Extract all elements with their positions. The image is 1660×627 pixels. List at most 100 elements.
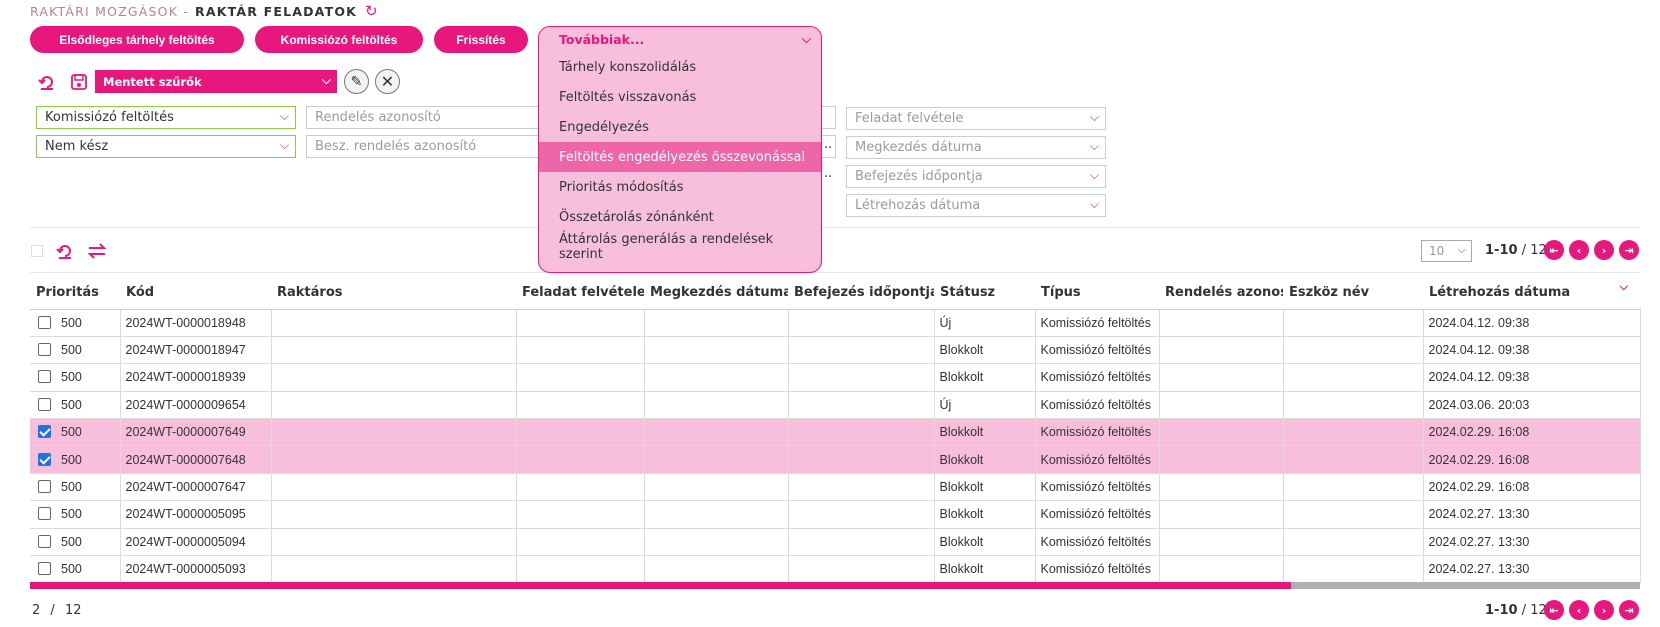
selected-count: 2 [32, 603, 41, 618]
menu-item[interactable]: Engedélyezés [539, 112, 821, 142]
cell-task-taken [515, 418, 645, 447]
undo-icon[interactable] [54, 240, 76, 262]
pencil-icon[interactable]: ✎ [344, 69, 369, 94]
more-actions-menu: Továbbiak... ⌵ Tárhely konszolidálás Felt… [538, 26, 822, 273]
first-page-icon[interactable]: ⇤ [1544, 240, 1564, 260]
cell-warehouseman [270, 445, 517, 474]
prev-page-icon[interactable]: ‹ [1569, 240, 1589, 260]
last-page-icon[interactable]: ⇥ [1619, 600, 1639, 620]
cell-task-taken [515, 555, 645, 584]
last-page-icon[interactable]: ⇥ [1619, 240, 1639, 260]
column-header-warehouseman[interactable]: Raktáros [271, 277, 516, 310]
row-checkbox[interactable] [38, 507, 51, 521]
cell-code: 2024WT-0000005095 [119, 500, 272, 529]
status-select[interactable]: Nem kész ⌵ [36, 135, 296, 158]
cell-task-taken [515, 472, 645, 502]
menu-item[interactable]: Tárhely konszolidálás [539, 52, 821, 82]
cell-end-time [787, 527, 935, 557]
created-date-select[interactable]: Létrehozás dátuma ⌵ [846, 194, 1106, 217]
menu-item[interactable]: Feltöltés engedélyezés összevonással [539, 142, 821, 172]
refresh-icon[interactable]: ↻ [365, 2, 379, 20]
table-row[interactable]: 500 2024WT-0000018948 Új Komissiózó feltölt… [30, 308, 1641, 337]
more-actions-toggle[interactable]: Továbbiak... ⌵ [539, 27, 821, 52]
column-header-end-time[interactable]: Befejezés időpontja [788, 277, 934, 310]
swap-icon[interactable] [86, 240, 108, 262]
column-header-type[interactable]: Típus [1035, 277, 1159, 310]
more-actions-label: Továbbiak... [559, 32, 645, 47]
table-row[interactable]: 500 2024WT-0000005093 Blokkolt Komissiózó f… [30, 555, 1641, 584]
row-checkbox[interactable] [38, 397, 51, 411]
start-date-select[interactable]: Megkezdés dátuma ⌵ [846, 136, 1106, 159]
table-row[interactable]: 500 2024WT-0000007647 Blokkolt Komissiózó f… [30, 472, 1641, 502]
column-header-task-taken[interactable]: Feladat felvétele [516, 277, 644, 310]
cell-task-taken [515, 500, 645, 529]
column-header-device-name[interactable]: Eszköz név [1283, 277, 1423, 310]
table-row[interactable]: 500 2024WT-0000018939 Blokkolt Komissiózó f… [30, 363, 1641, 392]
menu-item[interactable]: Összetárolás zónánként [539, 202, 821, 232]
menu-item[interactable]: Prioritás módosítás [539, 172, 821, 202]
close-icon[interactable]: ✕ [375, 69, 400, 94]
undo-icon[interactable] [36, 71, 58, 93]
column-header-priority[interactable]: Prioritás [30, 277, 120, 310]
row-checkbox[interactable] [38, 315, 51, 329]
row-checkbox[interactable] [38, 480, 51, 494]
picker-fill-button[interactable]: Komissiózó feltöltés [255, 26, 423, 53]
primary-fill-button[interactable]: Elsődleges tárhely feltöltés [30, 26, 244, 53]
cell-warehouseman [270, 500, 517, 529]
row-checkbox[interactable] [38, 425, 51, 439]
table-row[interactable]: 500 2024WT-0000007649 Blokkolt Komissiózó f… [30, 418, 1641, 447]
row-checkbox[interactable] [38, 343, 51, 357]
column-header-start-date[interactable]: Megkezdés dátuma [644, 277, 788, 310]
row-checkbox[interactable] [38, 370, 51, 384]
column-header-code[interactable]: Kód [120, 277, 271, 310]
table-row[interactable]: 500 2024WT-0000009654 Új Komissiózó feltölt… [30, 390, 1641, 420]
page-size-select[interactable]: 10 ⌵ [1421, 240, 1472, 262]
row-checkbox[interactable] [38, 562, 51, 576]
selected-separator: / [50, 603, 55, 618]
chevron-down-icon: ⌵ [1089, 139, 1099, 153]
cell-order-id [1158, 335, 1284, 365]
first-page-icon[interactable]: ⇤ [1544, 600, 1564, 620]
priority-value: 500 [61, 562, 82, 577]
cell-warehouseman [270, 527, 517, 557]
end-time-select[interactable]: Befejezés időpontja ⌵ [846, 165, 1106, 188]
cell-priority: 500 [30, 472, 121, 502]
task-taken-select[interactable]: Feladat felvétele ⌵ [846, 107, 1106, 130]
table-row[interactable]: 500 2024WT-0000005095 Blokkolt Komissiózó f… [30, 500, 1641, 529]
horizontal-scrollbar-thumb[interactable] [30, 582, 1291, 589]
next-page-icon[interactable]: › [1594, 600, 1614, 620]
column-header-status[interactable]: Státusz [934, 277, 1035, 310]
next-page-icon[interactable]: › [1594, 240, 1614, 260]
row-checkbox[interactable] [38, 534, 51, 548]
save-icon[interactable] [68, 71, 90, 93]
created-date-placeholder: Létrehozás dátuma [855, 198, 981, 213]
more-options-icon[interactable]: .. [824, 166, 832, 181]
column-header-created-date[interactable]: Létrehozás dátuma ⌵ [1423, 277, 1640, 310]
sort-desc-icon[interactable]: ⌵ [1620, 280, 1628, 294]
cell-status: Új [933, 390, 1036, 420]
order-id-placeholder: Rendelés azonosító [315, 110, 441, 125]
cell-start-date [643, 335, 789, 365]
menu-item[interactable]: Feltöltés visszavonás [539, 82, 821, 112]
prev-page-icon[interactable]: ‹ [1569, 600, 1589, 620]
menu-item[interactable]: Áttárolás generálás a rendelések szerint [539, 232, 821, 262]
cell-task-taken [515, 445, 645, 474]
select-all-checkbox[interactable] [31, 245, 43, 257]
table-row[interactable]: 500 2024WT-0000005094 Blokkolt Komissiózó f… [30, 527, 1641, 557]
cell-code: 2024WT-0000007647 [119, 472, 272, 502]
cell-end-time [787, 390, 935, 420]
column-header-order-id[interactable]: Rendelés azonosít [1159, 277, 1283, 310]
cell-priority: 500 [30, 418, 121, 447]
chevron-down-icon: ⌵ [1089, 168, 1099, 182]
cell-type: Komissiózó feltöltés [1034, 472, 1160, 502]
saved-filters-select[interactable]: Mentett szűrők ⌵ [95, 70, 337, 93]
more-options-icon[interactable]: .. [824, 137, 832, 152]
start-date-placeholder: Megkezdés dátuma [855, 140, 982, 155]
cell-device-name [1282, 500, 1424, 529]
task-type-select[interactable]: Komissiózó feltöltés ⌵ [36, 106, 296, 129]
table-row[interactable]: 500 2024WT-0000007648 Blokkolt Komissiózó f… [30, 445, 1641, 474]
cell-warehouseman [270, 363, 517, 392]
table-row[interactable]: 500 2024WT-0000018947 Blokkolt Komissiózó f… [30, 335, 1641, 365]
refresh-button[interactable]: Frissítés [434, 26, 528, 53]
row-checkbox[interactable] [38, 452, 51, 466]
